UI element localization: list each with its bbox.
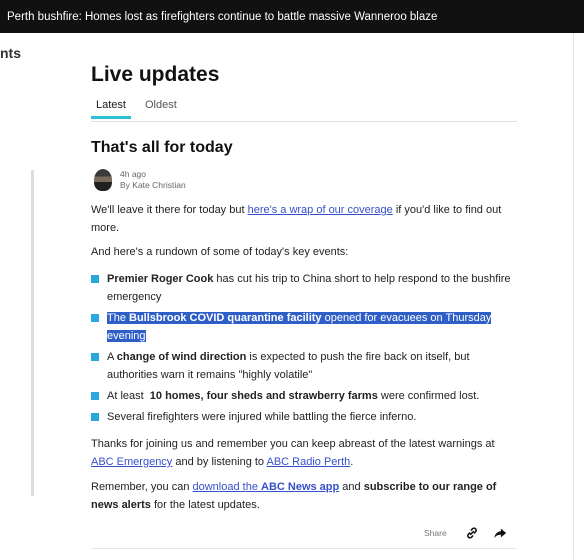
bullet-bold: 10 homes, four sheds and strawberry farm… — [149, 390, 378, 402]
post-title: That's all for today — [91, 139, 233, 156]
tabs-divider — [91, 121, 517, 122]
bullet-text: At least — [107, 390, 150, 402]
list-item: Premier Roger Cook has cut his trip to C… — [91, 270, 517, 306]
breaking-news-banner[interactable]: Perth bushfire: Homes lost as firefighte… — [0, 0, 584, 33]
rundown-paragraph: And here's a rundown of some of today's … — [91, 246, 349, 258]
sidebar-heading-fragment: nts — [0, 45, 21, 61]
bullet-square-icon — [91, 275, 99, 283]
right-divider — [573, 33, 574, 559]
remember-text-end: for the latest updates. — [150, 499, 260, 511]
left-column-scrollbar[interactable] — [31, 170, 34, 496]
thanks-text-end: . — [350, 456, 354, 468]
banner-headline[interactable]: Perth bushfire: Homes lost as firefighte… — [7, 11, 437, 23]
page-title: Live updates — [91, 63, 220, 86]
share-label: Share — [424, 528, 447, 538]
sort-tabs: Latest Oldest — [91, 97, 182, 119]
thanks-text: Thanks for joining us and remember you c… — [91, 438, 495, 450]
key-events-list: Premier Roger Cook has cut his trip to C… — [91, 270, 517, 426]
selected-text[interactable]: The Bullsbrook COVID quarantine facility… — [107, 312, 492, 342]
bullet-text: The — [107, 312, 130, 324]
abc-radio-perth-link[interactable]: ABC Radio Perth — [267, 456, 351, 468]
intro-text: We'll leave it there for today but — [91, 204, 248, 216]
bullet-square-icon — [91, 392, 99, 400]
bullet-bold: change of wind direction — [116, 351, 247, 363]
remember-text: Remember, you can — [91, 481, 193, 493]
author-avatar — [94, 169, 112, 191]
bullet-text: A — [107, 351, 117, 363]
share-bar: Share — [424, 526, 521, 540]
remember-text-mid: and — [339, 481, 364, 493]
tab-oldest[interactable]: Oldest — [140, 97, 182, 119]
download-link-bold: ABC News app — [261, 481, 340, 493]
list-item: At least 10 homes, four sheds and strawb… — [91, 387, 517, 405]
bullet-bold: Bullsbrook COVID quarantine facility — [129, 312, 322, 324]
list-item: The Bullsbrook COVID quarantine facility… — [91, 309, 517, 345]
bullet-bold: Premier Roger Cook — [107, 273, 214, 285]
link-icon[interactable] — [465, 526, 479, 540]
bullet-square-icon — [91, 314, 99, 322]
author-name: By Kate Christian — [120, 180, 186, 190]
post-author: 4h ago By Kate Christian — [94, 169, 186, 191]
bullet-square-icon — [91, 413, 99, 421]
abc-emergency-link[interactable]: ABC Emergency — [91, 456, 172, 468]
post-divider — [91, 548, 517, 549]
list-item: Several firefighters were injured while … — [91, 408, 517, 426]
post-timestamp: 4h ago — [120, 169, 146, 179]
bullet-text: were confirmed lost. — [377, 390, 480, 402]
thanks-paragraph: Thanks for joining us and remember you c… — [91, 435, 517, 471]
bullet-text: Several firefighters were injured while … — [107, 411, 417, 423]
download-link-text: download the — [192, 481, 261, 493]
bullet-square-icon — [91, 353, 99, 361]
remember-paragraph: Remember, you can download the ABC News … — [91, 478, 517, 514]
intro-paragraph: We'll leave it there for today but here'… — [91, 201, 517, 237]
list-item: A change of wind direction is expected t… — [91, 348, 517, 384]
share-arrow-icon[interactable] — [493, 526, 507, 540]
download-app-link[interactable]: download the ABC News app — [193, 481, 340, 493]
coverage-wrap-link[interactable]: here's a wrap of our coverage — [248, 204, 393, 216]
tab-latest[interactable]: Latest — [91, 97, 131, 119]
thanks-text-mid: and by listening to — [172, 456, 267, 468]
